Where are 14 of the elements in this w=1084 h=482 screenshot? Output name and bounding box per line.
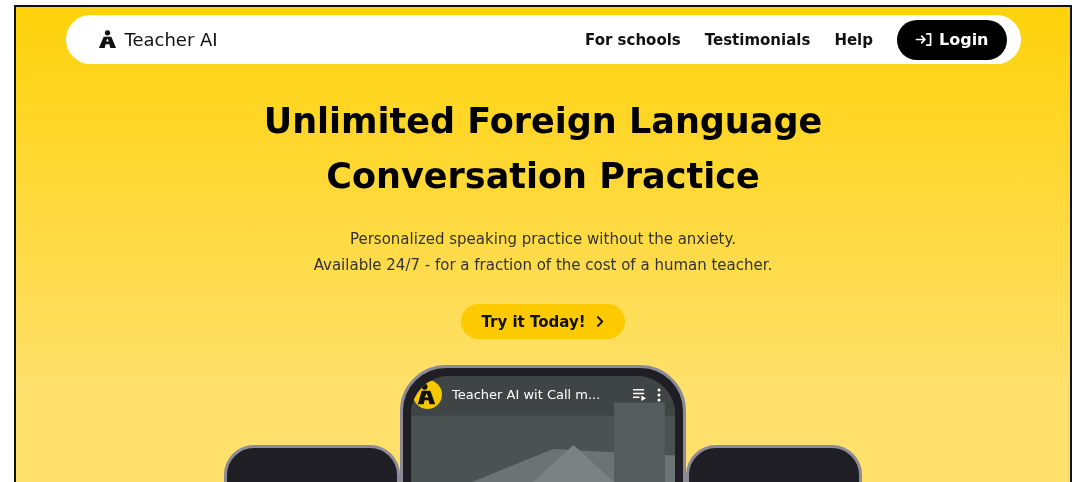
nav-link[interactable]: For schools bbox=[585, 30, 681, 49]
nav-link[interactable]: Testimonials bbox=[704, 30, 811, 49]
more-icon[interactable] bbox=[657, 387, 661, 402]
chevron-right-icon bbox=[595, 315, 605, 329]
channel-avatar-icon[interactable] bbox=[413, 380, 442, 409]
hero-subtitle: Personalized speaking practice without the anxiety. Available 24/7 - for a fraction of the cost of a human teacher. bbox=[313, 229, 773, 277]
brand-name[interactable]: Teacher AI bbox=[124, 29, 218, 51]
logo-icon bbox=[97, 30, 117, 50]
nav-link[interactable]: Help bbox=[834, 30, 873, 49]
try-it-button[interactable]: Try it Today! bbox=[461, 304, 625, 339]
playlist-icon[interactable] bbox=[632, 388, 647, 401]
hero-title: Unlimited Foreign Language Conversation Practice bbox=[263, 100, 823, 199]
login-icon bbox=[915, 32, 933, 48]
login-button[interactable]: Login bbox=[897, 19, 1007, 60]
